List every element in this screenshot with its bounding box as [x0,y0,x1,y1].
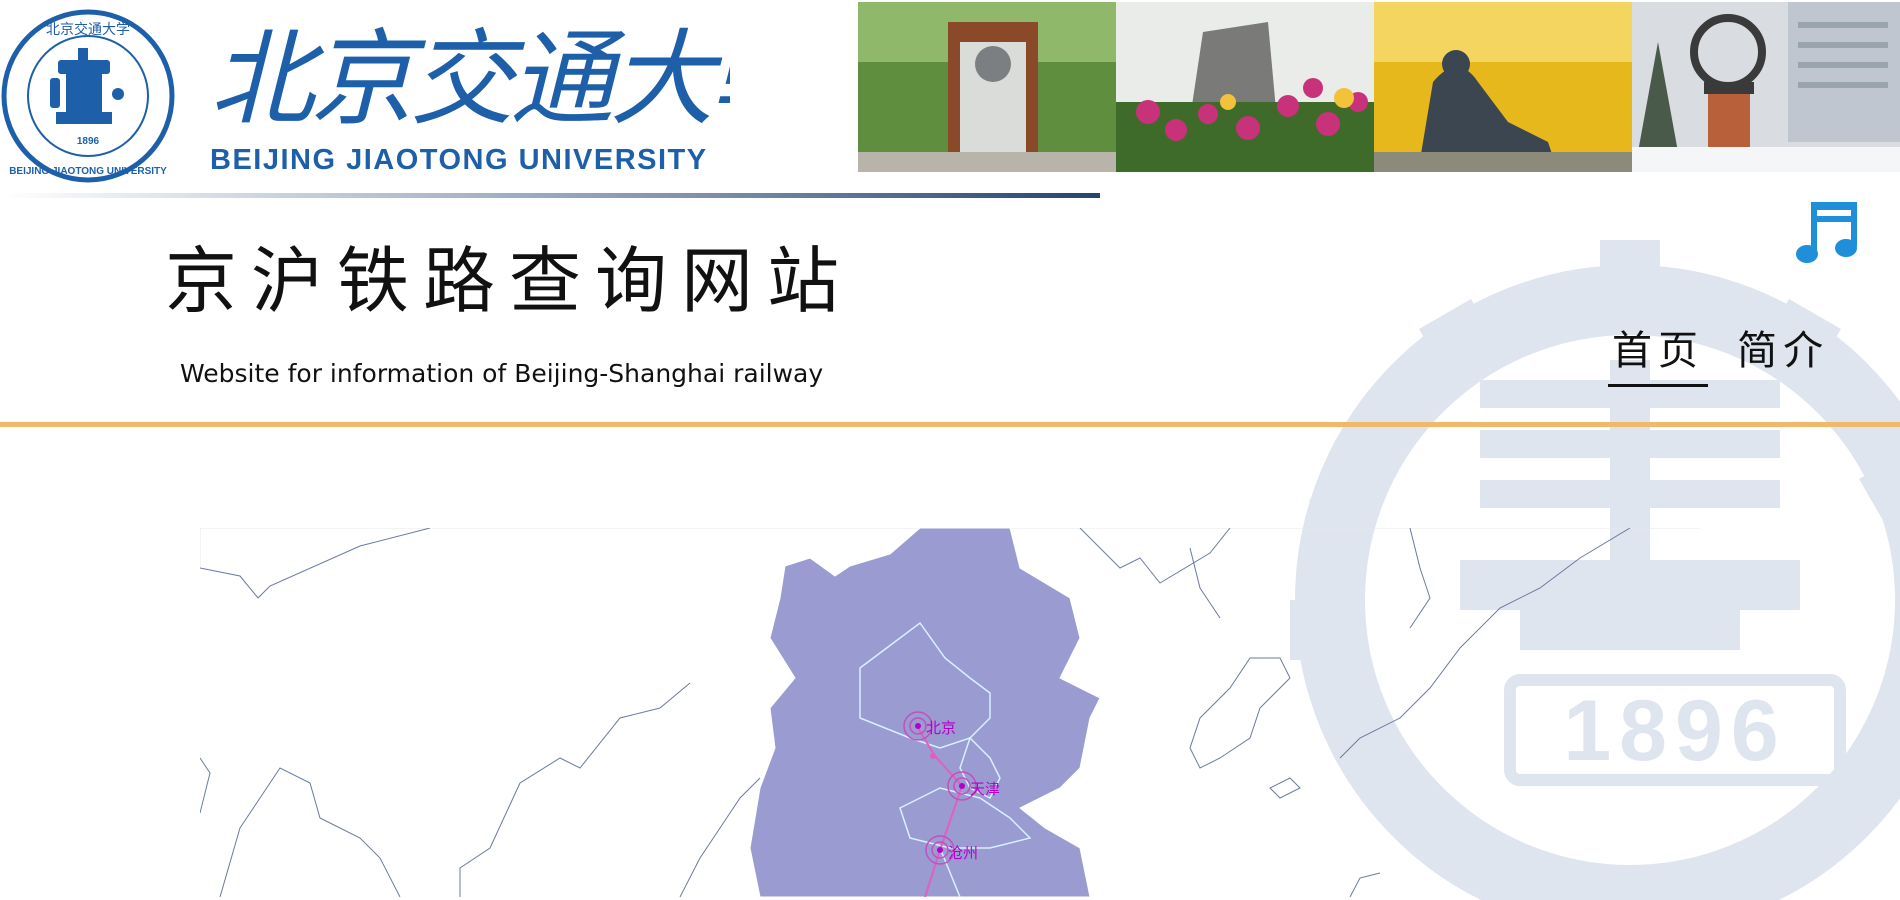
main-nav: 首页 简介 [1608,318,1853,387]
section-divider [0,422,1900,427]
seal-english-text: BEIJING JIAOTONG UNIVERSITY [9,166,167,177]
nav-item-intro[interactable]: 简介 [1733,318,1833,384]
site-subtitle: Website for information of Beijing-Shang… [180,359,824,388]
calligraphy-text: 北京交通大學 [210,18,730,140]
campus-photo-strip [858,2,1900,172]
university-calligraphy-logo: 北京交通大學 [210,18,730,140]
city-label-beijing[interactable]: 北京 [926,717,956,738]
seal-year: 1896 [77,136,100,147]
city-label-cangzhou[interactable]: 沧州 [948,842,978,863]
nav-item-home[interactable]: 首页 [1608,318,1708,387]
university-seal-logo: 1896 北京交通大学 BEIJING JIAOTONG UNIVERSITY [1,9,175,183]
banner-divider [0,193,1100,198]
railway-map[interactable]: 北京 天津 沧州 [200,528,1700,897]
seal-chinese-text: 北京交通大学 [46,21,130,38]
site-title: 京沪铁路查询网站 [165,239,854,323]
city-label-tianjin[interactable]: 天津 [970,778,1000,799]
university-english-name: BEIJING JIAOTONG UNIVERSITY [210,144,708,176]
university-banner: 1896 北京交通大学 BEIJING JIAOTONG UNIVERSITY … [0,0,1900,200]
music-note-icon[interactable] [1795,198,1859,264]
